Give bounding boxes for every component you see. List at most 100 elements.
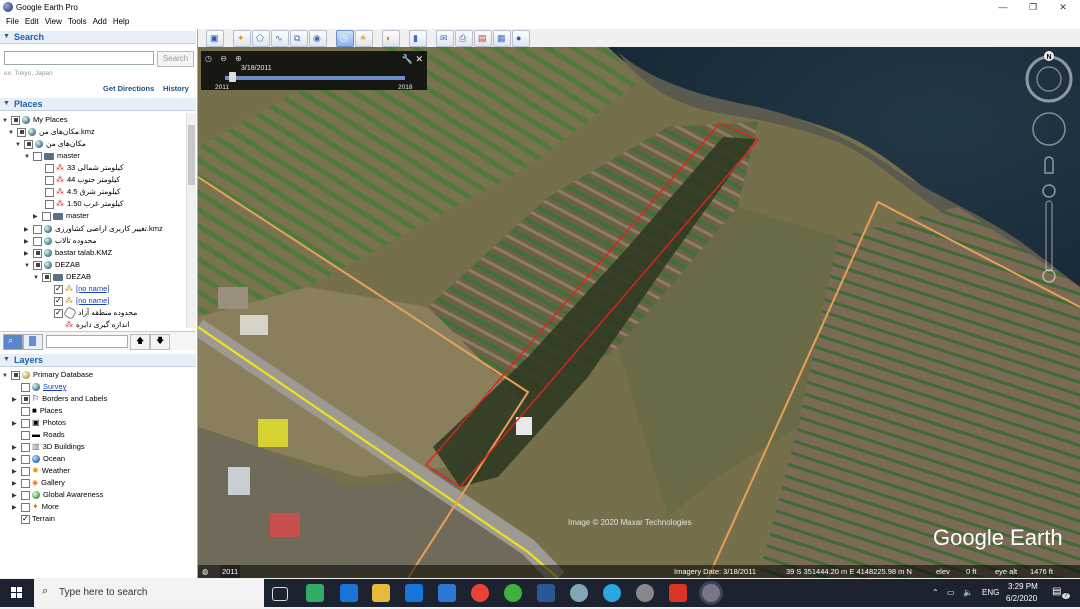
tree-item-my-places[interactable]: ▼ My Places: [2, 114, 68, 126]
menu-file[interactable]: File: [0, 15, 22, 29]
tree-item-noname-2[interactable]: ⁂[no name]: [45, 295, 109, 307]
menu-view[interactable]: View: [42, 15, 65, 29]
clock-date[interactable]: 6/2/2020: [1006, 594, 1037, 603]
history-link[interactable]: History: [163, 84, 189, 93]
store-icon[interactable]: [306, 584, 324, 602]
tree-item-placemark[interactable]: ⁂ کیلومتر شمالی 33: [36, 162, 124, 174]
volume-icon[interactable]: 🔈: [963, 588, 973, 597]
email-button[interactable]: ✉: [436, 30, 454, 47]
layer-places[interactable]: ■ Places: [12, 405, 62, 417]
ruler-button[interactable]: ▮: [409, 30, 427, 47]
layer-survey[interactable]: Survey: [12, 381, 66, 393]
layer-roads[interactable]: ▬ Roads: [12, 429, 65, 441]
search-button[interactable]: Search: [157, 51, 194, 67]
slider-track[interactable]: [225, 76, 405, 80]
print-button[interactable]: ⎙: [455, 30, 473, 47]
tree-item-folder[interactable]: ▼ مکان‌های من: [15, 138, 86, 150]
tray-chevron-icon[interactable]: ⌃: [932, 588, 939, 597]
notification-icon[interactable]: ▤: [1052, 586, 1061, 597]
compass-ring[interactable]: [1025, 55, 1073, 103]
planets-button[interactable]: ◐: [382, 30, 400, 47]
tree-item-kmz[interactable]: ▼ مکان‌های من.kmz: [8, 126, 95, 138]
tree-item-noname-1[interactable]: ⁂[no name]: [45, 283, 109, 295]
menu-add[interactable]: Add: [90, 15, 110, 29]
chrome-icon[interactable]: [471, 584, 489, 602]
layer-primary-database[interactable]: ▼ Primary Database: [2, 369, 93, 381]
record-tour-button[interactable]: ◉: [309, 30, 327, 47]
start-button[interactable]: [0, 579, 34, 607]
mail-icon[interactable]: [438, 584, 456, 602]
places-filter-input[interactable]: [46, 335, 128, 348]
telegram-icon[interactable]: [603, 584, 621, 602]
menu-help[interactable]: Help: [110, 15, 132, 29]
historical-imagery-slider[interactable]: ◷ ⊖ ⊕ 🔧 ✕ 3/18/2011 2011 2018: [201, 51, 427, 91]
layer-weather[interactable]: ▶ ✹ Weather: [12, 465, 70, 477]
maximize-button[interactable]: ❐: [1018, 0, 1048, 15]
ie-icon[interactable]: [405, 584, 423, 602]
tree-item-kmz-2[interactable]: ▶ تغییر کاربری اراضی کشاورزی.kmz: [24, 223, 163, 235]
historical-imagery-button[interactable]: ◷: [336, 30, 354, 47]
tree-item-placemark[interactable]: ⁂ کیلومتر جنوب 44: [36, 174, 120, 186]
sidebar-toggle-button[interactable]: ▣: [206, 30, 224, 47]
file-explorer-icon[interactable]: [372, 584, 390, 602]
layer-gallery[interactable]: ▶ ◈ Gallery: [12, 477, 65, 489]
tree-item-dezab-folder[interactable]: ▼ DEZAB: [33, 271, 91, 283]
minimize-button[interactable]: —: [988, 0, 1018, 15]
sunlight-button[interactable]: ☀: [355, 30, 373, 47]
tree-item-master-2[interactable]: ▶ master: [33, 210, 89, 222]
layer-3d-buildings[interactable]: ▶ ▥ 3D Buildings: [12, 441, 85, 453]
move-down-button[interactable]: 🡇: [150, 334, 170, 350]
maps-icon[interactable]: [570, 584, 588, 602]
places-scrollbar[interactable]: [186, 113, 196, 328]
slider-control-icons[interactable]: ◷ ⊖ ⊕: [205, 54, 245, 63]
view-in-maps-button[interactable]: ▦: [493, 30, 511, 47]
layer-more[interactable]: ▶ ✦ More: [12, 501, 59, 513]
add-path-button[interactable]: ∿: [271, 30, 289, 47]
tree-item-placemark[interactable]: ⁂ کیلومتر شرق 4.5: [36, 186, 120, 198]
get-directions-link[interactable]: Get Directions: [103, 84, 154, 93]
word-icon[interactable]: [537, 584, 555, 602]
add-polygon-button[interactable]: ⬠: [252, 30, 270, 47]
search-section-header[interactable]: ▼ Search: [0, 31, 196, 44]
scroll-thumb[interactable]: [188, 125, 195, 185]
places-section-header[interactable]: ▼ Places: [0, 98, 196, 111]
tree-item-wetland[interactable]: ▶ محدوده تالاب: [24, 235, 96, 247]
whatsapp-icon[interactable]: [504, 584, 522, 602]
search-input[interactable]: [4, 51, 154, 65]
google-earth-taskbar-icon[interactable]: [702, 584, 720, 602]
look-joystick[interactable]: [1032, 112, 1066, 146]
slider-handle[interactable]: [229, 72, 236, 82]
navigation-controls[interactable]: N: [1024, 51, 1074, 291]
menu-tools[interactable]: Tools: [65, 15, 90, 29]
task-view-icon[interactable]: [272, 587, 288, 601]
tree-item-bastar[interactable]: ▶ bastar talab.KMZ: [24, 247, 112, 259]
add-image-overlay-button[interactable]: ⧉: [290, 30, 308, 47]
street-view-pegman-icon[interactable]: [1044, 156, 1054, 174]
close-button[interactable]: ✕: [1048, 0, 1078, 15]
save-image-button[interactable]: ▤: [474, 30, 492, 47]
layer-global-awareness[interactable]: ▶ Global Awareness: [12, 489, 103, 501]
clock-time[interactable]: 3:29 PM: [1008, 582, 1038, 591]
network-icon[interactable]: ▭: [947, 588, 955, 597]
acrobat-icon[interactable]: [669, 584, 687, 602]
edge-icon[interactable]: [340, 584, 358, 602]
layer-photos[interactable]: ▶ ▣ Photos: [12, 417, 66, 429]
add-placemark-button[interactable]: ✦: [233, 30, 251, 47]
zoom-slider[interactable]: [1045, 200, 1053, 272]
tree-item-placemark[interactable]: ⁂ کیلومتر غرب 1.50: [36, 198, 124, 210]
search-places-button[interactable]: ⌕: [3, 334, 23, 350]
layer-terrain[interactable]: Terrain: [12, 513, 55, 525]
layer-ocean[interactable]: ▶ Ocean: [12, 453, 65, 465]
map-viewport[interactable]: ◷ ⊖ ⊕ 🔧 ✕ 3/18/2011 2011 2018 N Image © …: [198, 47, 1080, 578]
panel-toggle-button[interactable]: [23, 334, 43, 350]
move-up-button[interactable]: 🡅: [130, 334, 150, 350]
tree-item-free-zone[interactable]: محدوده منطقه آزاد: [45, 306, 137, 320]
layers-section-header[interactable]: ▼ Layers: [0, 354, 196, 367]
slider-settings-close[interactable]: 🔧 ✕: [402, 54, 423, 65]
app-icon[interactable]: [636, 584, 654, 602]
tree-item-circle-measure[interactable]: ⁂ اندازه گیری دایره: [45, 319, 129, 331]
language-indicator[interactable]: ENG: [982, 588, 999, 597]
layer-borders[interactable]: ▶ ⚐ Borders and Labels: [12, 393, 107, 405]
menu-edit[interactable]: Edit: [22, 15, 42, 29]
zoom-in-icon[interactable]: [1042, 184, 1056, 198]
